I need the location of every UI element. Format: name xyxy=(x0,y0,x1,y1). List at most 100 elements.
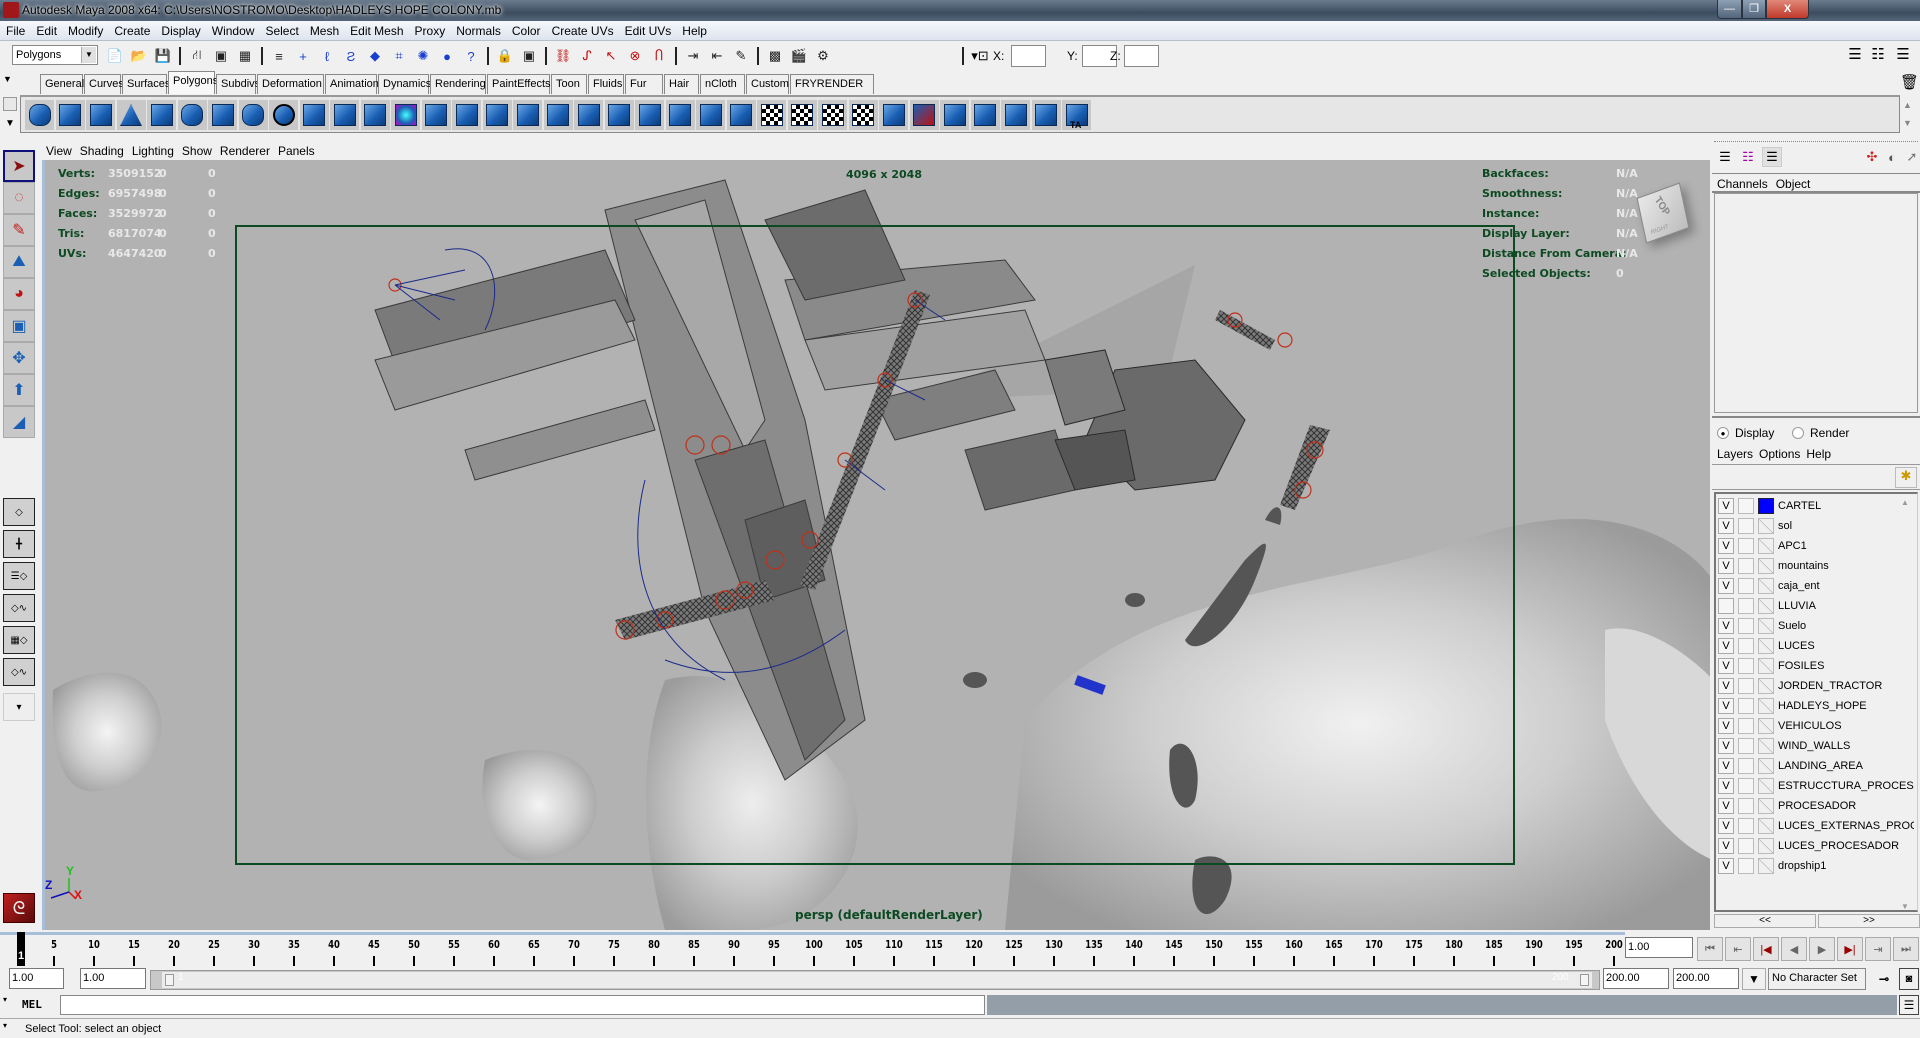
input-ops-icon[interactable]: ↖ xyxy=(601,46,621,66)
shelf-poly-pipe-icon[interactable] xyxy=(238,100,268,130)
shelf-tab-fryrender[interactable]: FRYRENDER xyxy=(790,74,874,94)
snap-live-icon[interactable]: ⌗ xyxy=(389,46,409,66)
shelf-3d-paint-icon[interactable] xyxy=(909,100,939,130)
tool-settings-icon[interactable]: ☷ xyxy=(1868,44,1888,64)
layer-visibility-toggle[interactable]: V xyxy=(1718,718,1734,734)
shelf-tab-surfaces[interactable]: Surfaces xyxy=(122,74,170,94)
layer-name[interactable]: LUCES_PROCESADOR xyxy=(1778,840,1914,852)
output-ops-icon[interactable]: ⊗ xyxy=(625,46,645,66)
maximize-button[interactable]: ❐ xyxy=(1742,0,1766,19)
layer-name[interactable]: Suelo xyxy=(1778,620,1914,632)
menu-display[interactable]: Display xyxy=(155,21,205,38)
channel-box-toggle-icon[interactable]: ☰ xyxy=(1893,44,1913,64)
layer-playback-toggle[interactable] xyxy=(1738,758,1754,774)
layer-color-swatch[interactable] xyxy=(1758,678,1774,694)
viewport-menu-view[interactable]: View xyxy=(42,141,76,158)
manipulator-icon[interactable]: ✣ xyxy=(1862,147,1882,167)
layer-visibility-toggle[interactable]: V xyxy=(1718,558,1734,574)
layer-row[interactable]: V FOSILES xyxy=(1716,656,1916,676)
layer-row[interactable]: Vdropship1 xyxy=(1716,856,1916,876)
perspective-viewport[interactable]: Verts: 3509152 0 0 Edges: 6957498 0 0 Faces: 3529… xyxy=(42,160,1710,930)
menu-window[interactable]: Window xyxy=(206,21,260,38)
layer-visibility-toggle[interactable]: V xyxy=(1718,798,1734,814)
toolbar-separator[interactable] xyxy=(179,47,181,65)
layer-row[interactable]: V Suelo xyxy=(1716,616,1916,636)
layer-visibility-toggle[interactable]: V xyxy=(1718,698,1734,714)
shelf-harden-edge-icon[interactable] xyxy=(696,100,725,130)
shelf-automatic-mapping-icon[interactable] xyxy=(848,100,878,130)
menu-select[interactable]: Select xyxy=(259,21,303,38)
shelf-tab-dynamics[interactable]: Dynamics xyxy=(378,74,431,94)
layer-playback-toggle[interactable] xyxy=(1738,538,1754,554)
shelf-offset-edge-loop-icon[interactable] xyxy=(543,100,573,130)
input-line-icon[interactable]: ⇥ xyxy=(683,46,703,66)
shelf-tab-deformation[interactable]: Deformation xyxy=(257,74,324,94)
shelf-cylindrical-mapping-icon[interactable] xyxy=(787,100,817,130)
lasso-tool-icon[interactable]: ◌ xyxy=(3,182,35,214)
layer-editor-only-icon[interactable]: ☷ xyxy=(1738,147,1758,167)
layer-row[interactable]: V LUCES_PROCESADOR xyxy=(1716,836,1916,856)
ipr-render-icon[interactable]: 🎬 xyxy=(789,46,809,66)
layer-visibility-toggle[interactable] xyxy=(1718,598,1734,614)
viewport-menu-panels[interactable]: Panels xyxy=(274,141,319,158)
play-forwards-button[interactable]: ▶ xyxy=(1809,937,1835,961)
persp-graph-layout-icon[interactable]: ◇∿ xyxy=(3,594,35,622)
shelf-extract-icon[interactable] xyxy=(360,100,390,130)
layer-color-swatch[interactable] xyxy=(1758,698,1774,714)
layer-scroll-down-icon[interactable]: ▼ xyxy=(1901,902,1909,911)
hypershade-persp-layout-icon[interactable]: ▦◇ xyxy=(3,626,35,654)
soft-modification-tool-icon[interactable]: ⬆ xyxy=(3,374,35,406)
shelf-dropdown-icon[interactable]: ▼ xyxy=(5,118,15,129)
range-slider[interactable] xyxy=(162,972,1592,988)
layer-row[interactable]: Vsol xyxy=(1716,516,1916,536)
trash-icon[interactable]: 🗑 xyxy=(1900,73,1919,91)
menu-modify[interactable]: Modify xyxy=(62,21,108,38)
layer-playback-toggle[interactable] xyxy=(1738,818,1754,834)
attribute-editor-icon[interactable]: ☰ xyxy=(1845,44,1865,64)
layer-playback-toggle[interactable] xyxy=(1738,838,1754,854)
shelf-texture-editor-ta-icon[interactable]: TA xyxy=(1062,100,1091,130)
maya-app-icon[interactable] xyxy=(3,2,19,18)
start-time-field[interactable]: 1.00 xyxy=(9,968,64,989)
layer-row[interactable]: V VEHICULOS xyxy=(1716,716,1916,736)
layer-scroll-prev-button[interactable]: << xyxy=(1714,914,1816,928)
menu-normals[interactable]: Normals xyxy=(450,21,506,38)
mel-input[interactable] xyxy=(60,995,985,1015)
layer-color-swatch[interactable] xyxy=(1758,618,1774,634)
channel-box-menu-channels[interactable]: Channels xyxy=(1712,174,1771,191)
snap-options-icon[interactable]: ≡ xyxy=(269,46,289,66)
shelf-tab-animation[interactable]: Animation xyxy=(325,74,379,94)
channel-box-menu-object[interactable]: Object xyxy=(1771,174,1814,191)
shelf-bridge-icon[interactable] xyxy=(452,100,481,130)
step-forward-frame-button[interactable]: ⇥ xyxy=(1865,937,1891,961)
shelf-poly-sphere-icon[interactable] xyxy=(25,100,54,130)
layer-color-swatch[interactable] xyxy=(1758,538,1774,554)
channel-layer-editor-icon[interactable]: ☰ xyxy=(1762,147,1782,167)
layer-name[interactable]: FOSILES xyxy=(1778,660,1914,672)
layer-visibility-toggle[interactable]: V xyxy=(1718,738,1734,754)
universal-manipulator-icon[interactable]: ✥ xyxy=(3,342,35,374)
layer-color-swatch[interactable] xyxy=(1758,818,1774,834)
shelf-move-component-icon[interactable] xyxy=(726,100,756,130)
layer-playback-toggle[interactable] xyxy=(1738,738,1754,754)
toolbar-separator[interactable] xyxy=(757,47,759,65)
viewport-menu-show[interactable]: Show xyxy=(178,141,216,158)
render-view-icon[interactable]: ✎ xyxy=(731,46,751,66)
layer-row[interactable]: Vmountains xyxy=(1716,556,1916,576)
layer-visibility-toggle[interactable]: V xyxy=(1718,758,1734,774)
layer-visibility-toggle[interactable]: V xyxy=(1718,778,1734,794)
shelf-tab-rendering[interactable]: Rendering xyxy=(430,74,486,94)
select-highlight-icon[interactable]: ▣ xyxy=(519,46,539,66)
shelf-tab-polygons[interactable]: Polygons xyxy=(168,71,218,94)
layer-row[interactable]: V HADLEYS_HOPE xyxy=(1716,696,1916,716)
layer-color-swatch[interactable] xyxy=(1758,598,1774,614)
close-button[interactable]: X xyxy=(1766,0,1809,19)
layer-scroll-next-button[interactable]: >> xyxy=(1818,914,1920,928)
layer-color-swatch[interactable] xyxy=(1758,758,1774,774)
layer-name[interactable]: sol xyxy=(1778,520,1914,532)
select-by-hierarchy-icon[interactable]: ⛙ xyxy=(187,46,207,66)
shelf-tab-fluids[interactable]: Fluids xyxy=(588,74,624,94)
step-back-frame-button[interactable]: ⇤ xyxy=(1725,937,1751,961)
layer-color-swatch[interactable] xyxy=(1758,838,1774,854)
new-layer-icon[interactable]: ✱ xyxy=(1895,467,1917,488)
